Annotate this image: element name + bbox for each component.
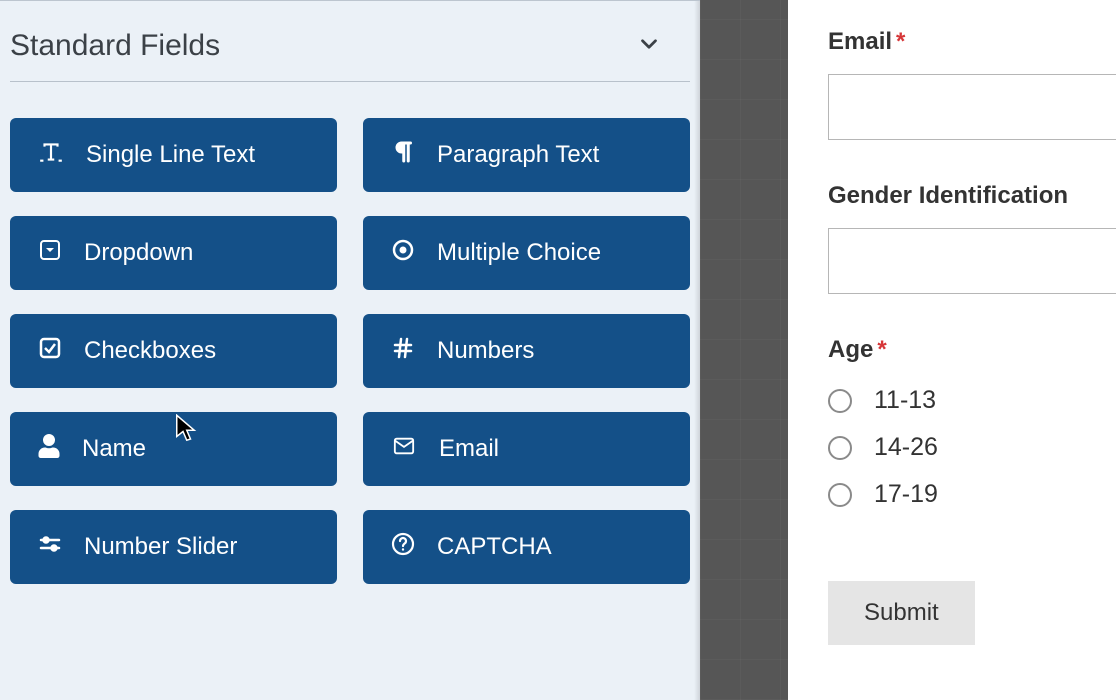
section-title: Standard Fields (10, 29, 220, 63)
field-label: Dropdown (84, 239, 193, 267)
field-label: CAPTCHA (437, 533, 552, 561)
field-grid: Single Line Text Paragraph Text Dropdown… (10, 118, 690, 584)
paragraph-icon (391, 140, 415, 171)
required-asterisk: * (896, 28, 905, 55)
field-label: Number Slider (84, 533, 237, 561)
field-label: Multiple Choice (437, 239, 601, 267)
field-label: Single Line Text (86, 141, 255, 169)
field-number-slider[interactable]: Number Slider (10, 510, 337, 584)
form-group-age: Age* 11-13 14-26 17-19 (828, 336, 1116, 509)
submit-button[interactable]: Submit (828, 581, 975, 645)
field-email[interactable]: Email (363, 412, 690, 486)
field-label: Checkboxes (84, 337, 216, 365)
label-text: Age (828, 336, 873, 363)
gender-label: Gender Identification (828, 182, 1068, 210)
field-multiple-choice[interactable]: Multiple Choice (363, 216, 690, 290)
email-label: Email* (828, 28, 905, 56)
radio-option[interactable]: 14-26 (828, 433, 1116, 462)
radio-icon[interactable] (828, 483, 852, 507)
required-asterisk: * (877, 336, 886, 363)
form-group-email: Email* (828, 28, 1116, 140)
hash-icon (391, 336, 415, 367)
envelope-icon (391, 435, 417, 464)
sliders-icon (38, 532, 62, 563)
user-icon (38, 434, 60, 465)
age-radio-list: 11-13 14-26 17-19 (828, 386, 1116, 509)
gender-input[interactable] (828, 228, 1116, 294)
form-group-gender: Gender Identification (828, 182, 1116, 294)
field-dropdown[interactable]: Dropdown (10, 216, 337, 290)
form-preview: Email* Gender Identification Age* 11-13 … (788, 0, 1116, 700)
fields-panel: Standard Fields Single Line Text Paragra… (0, 0, 700, 700)
field-captcha[interactable]: CAPTCHA (363, 510, 690, 584)
field-paragraph-text[interactable]: Paragraph Text (363, 118, 690, 192)
radio-icon (391, 238, 415, 269)
divider-strip (700, 0, 788, 700)
label-text: Email (828, 28, 892, 55)
age-label: Age* (828, 336, 887, 364)
dropdown-icon (38, 238, 62, 269)
radio-label: 14-26 (874, 433, 938, 462)
text-icon (38, 139, 64, 172)
radio-label: 11-13 (874, 386, 936, 415)
checkbox-icon (38, 336, 62, 367)
field-numbers[interactable]: Numbers (363, 314, 690, 388)
field-label: Numbers (437, 337, 534, 365)
field-single-line-text[interactable]: Single Line Text (10, 118, 337, 192)
field-checkboxes[interactable]: Checkboxes (10, 314, 337, 388)
section-header[interactable]: Standard Fields (10, 1, 690, 82)
email-input[interactable] (828, 74, 1116, 140)
field-name[interactable]: Name (10, 412, 337, 486)
chevron-down-icon[interactable] (636, 31, 662, 62)
radio-icon[interactable] (828, 436, 852, 460)
field-label: Paragraph Text (437, 141, 599, 169)
radio-option[interactable]: 11-13 (828, 386, 1116, 415)
radio-label: 17-19 (874, 480, 938, 509)
field-label: Email (439, 435, 499, 463)
radio-option[interactable]: 17-19 (828, 480, 1116, 509)
radio-icon[interactable] (828, 389, 852, 413)
question-icon (391, 532, 415, 563)
field-label: Name (82, 435, 146, 463)
